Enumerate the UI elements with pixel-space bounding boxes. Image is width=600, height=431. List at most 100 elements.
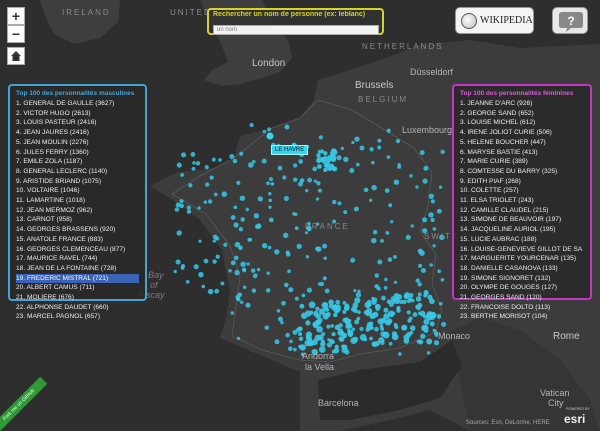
person-marker[interactable] <box>438 301 443 306</box>
person-marker[interactable] <box>261 243 268 249</box>
person-marker[interactable] <box>175 259 181 265</box>
list-item[interactable]: 15. LUCIE AUBRAC (188) <box>460 235 584 245</box>
list-item[interactable]: 11. LAMARTINE (1018) <box>16 196 139 206</box>
person-marker[interactable] <box>218 158 222 162</box>
person-marker[interactable] <box>380 331 387 337</box>
person-marker[interactable] <box>267 127 271 132</box>
person-marker[interactable] <box>393 322 398 327</box>
person-marker[interactable] <box>426 338 433 345</box>
person-marker[interactable] <box>298 336 304 342</box>
person-marker[interactable] <box>305 189 309 193</box>
person-marker[interactable] <box>420 333 426 339</box>
person-marker[interactable] <box>190 152 196 157</box>
list-item[interactable]: 22. FRANCOISE DOLTO (113) <box>460 303 584 313</box>
person-marker[interactable] <box>315 197 320 201</box>
person-marker[interactable] <box>338 328 344 334</box>
person-marker[interactable] <box>283 282 289 288</box>
person-marker[interactable] <box>232 158 238 164</box>
person-marker[interactable] <box>387 257 393 262</box>
person-marker[interactable] <box>181 152 187 158</box>
person-marker[interactable] <box>350 257 356 263</box>
person-marker[interactable] <box>294 296 299 301</box>
person-marker[interactable] <box>301 293 306 298</box>
person-marker[interactable] <box>369 336 373 341</box>
list-item[interactable]: 22. ALPHONSE DAUDET (660) <box>16 303 139 313</box>
list-item[interactable]: 5. HELENE BOUCHER (447) <box>460 138 584 148</box>
person-marker[interactable] <box>354 136 360 142</box>
person-marker[interactable] <box>317 188 322 193</box>
person-marker[interactable] <box>322 243 328 249</box>
person-marker[interactable] <box>245 302 251 308</box>
person-marker[interactable] <box>322 276 327 281</box>
person-marker[interactable] <box>371 160 375 165</box>
person-marker[interactable] <box>267 245 272 250</box>
person-marker[interactable] <box>277 165 283 171</box>
person-marker[interactable] <box>354 319 360 325</box>
person-marker[interactable] <box>405 234 411 240</box>
person-marker[interactable] <box>323 256 327 261</box>
person-marker[interactable] <box>429 313 434 318</box>
person-marker[interactable] <box>331 199 337 205</box>
list-item[interactable]: 4. JEAN JAURES (2416) <box>16 128 139 138</box>
person-marker[interactable] <box>409 330 414 335</box>
person-marker[interactable] <box>329 338 334 344</box>
person-marker[interactable] <box>369 198 373 202</box>
person-marker[interactable] <box>386 299 392 305</box>
person-marker[interactable] <box>229 154 235 159</box>
person-marker[interactable] <box>280 320 284 325</box>
person-marker[interactable] <box>250 268 256 273</box>
person-marker[interactable] <box>203 258 209 264</box>
list-item[interactable]: 18. JEAN DE LA FONTAINE (728) <box>16 264 139 274</box>
person-marker[interactable] <box>195 161 201 166</box>
person-marker[interactable] <box>430 217 435 223</box>
person-marker[interactable] <box>324 302 329 307</box>
person-marker[interactable] <box>331 304 338 311</box>
person-marker[interactable] <box>205 182 210 187</box>
list-item[interactable]: 2. GEORGE SAND (652) <box>460 109 584 119</box>
person-marker[interactable] <box>403 294 409 300</box>
person-marker[interactable] <box>193 264 199 270</box>
person-marker[interactable] <box>266 181 270 186</box>
person-marker[interactable] <box>220 281 225 286</box>
person-marker[interactable] <box>406 299 411 304</box>
person-marker[interactable] <box>284 124 290 130</box>
person-marker[interactable] <box>366 321 373 328</box>
person-marker[interactable] <box>384 319 392 326</box>
person-marker[interactable] <box>186 209 192 214</box>
person-marker[interactable] <box>359 326 364 331</box>
person-marker[interactable] <box>428 212 434 218</box>
list-item[interactable]: 23. BERTHE MORISOT (104) <box>460 312 584 322</box>
person-marker[interactable] <box>313 179 317 183</box>
person-marker[interactable] <box>180 173 185 177</box>
person-marker[interactable] <box>192 161 196 165</box>
person-marker[interactable] <box>315 313 321 319</box>
person-marker[interactable] <box>406 310 411 315</box>
zoom-in-button[interactable]: + <box>7 7 25 25</box>
person-marker[interactable] <box>340 146 345 151</box>
person-marker[interactable] <box>386 155 391 159</box>
person-marker[interactable] <box>305 320 311 326</box>
list-item[interactable]: 20. ALBERT CAMUS (711) <box>16 283 139 293</box>
person-marker[interactable] <box>423 293 427 298</box>
person-marker[interactable] <box>396 306 401 311</box>
person-marker[interactable] <box>437 269 442 274</box>
person-marker[interactable] <box>359 145 365 151</box>
person-marker[interactable] <box>305 255 310 259</box>
person-marker[interactable] <box>380 326 385 331</box>
person-marker[interactable] <box>173 269 177 274</box>
list-item[interactable]: 13. CARNOT (958) <box>16 215 139 225</box>
person-marker[interactable] <box>270 182 275 186</box>
list-item[interactable]: 2. VICTOR HUGO (2613) <box>16 109 139 119</box>
person-marker[interactable] <box>292 212 296 216</box>
person-marker[interactable] <box>237 292 243 298</box>
person-marker[interactable] <box>415 185 419 189</box>
person-marker[interactable] <box>252 159 256 164</box>
person-marker[interactable] <box>276 308 281 313</box>
esri-logo[interactable]: POWERED BY esri <box>564 407 596 428</box>
person-marker[interactable] <box>316 246 322 252</box>
person-marker[interactable] <box>308 301 316 309</box>
person-marker[interactable] <box>415 278 420 283</box>
person-marker[interactable] <box>268 198 272 203</box>
person-marker[interactable] <box>236 180 241 185</box>
list-item[interactable]: 19. FREDERIC MISTRAL (721) <box>16 273 139 284</box>
